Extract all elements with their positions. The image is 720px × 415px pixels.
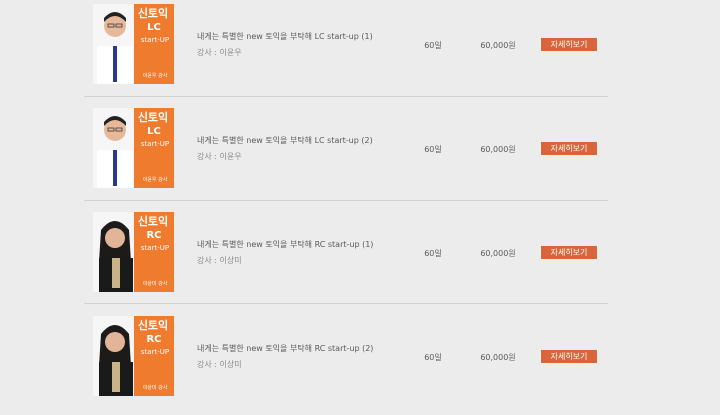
thumbnail-section: RC <box>146 230 162 241</box>
row-divider <box>84 96 608 97</box>
thumbnail-brand: 신토익 <box>137 319 169 332</box>
course-price: 60,000원 <box>480 249 516 258</box>
row-divider <box>84 200 608 201</box>
course-instructor: 강사 : 이상미 <box>197 256 242 265</box>
thumbnail-brand: 신토익 <box>137 111 169 124</box>
course-instructor: 강사 : 이윤우 <box>197 48 242 57</box>
course-duration: 60일 <box>424 41 442 50</box>
course-title[interactable]: 내게는 특별한 new 토익을 부탁해 RC start-up (1) <box>197 239 373 250</box>
view-details-button[interactable]: 자세히보기 <box>541 142 597 155</box>
course-list: 신토익 LC start-UP 이윤우 강사 내게는 특별한 new 토익을 부… <box>0 0 720 404</box>
thumbnail-brand: 신토익 <box>137 7 169 20</box>
course-row: 신토익 RC start-UP 이상미 강사 내게는 특별한 new 토익을 부… <box>0 312 720 415</box>
thumbnail-teacher: 이상미 강사 <box>142 385 168 391</box>
course-price: 60,000원 <box>480 353 516 362</box>
course-row: 신토익 LC start-UP 이윤우 강사 내게는 특별한 new 토익을 부… <box>0 0 720 103</box>
course-title[interactable]: 내게는 특별한 new 토익을 부탁해 RC start-up (2) <box>197 343 373 354</box>
view-details-button[interactable]: 자세히보기 <box>541 350 597 363</box>
thumbnail-section: LC <box>147 126 161 137</box>
course-row: 신토익 LC start-UP 이윤우 강사 내게는 특별한 new 토익을 부… <box>0 104 720 207</box>
course-title[interactable]: 내게는 특별한 new 토익을 부탁해 LC start-up (1) <box>197 31 373 42</box>
course-instructor: 강사 : 이윤우 <box>197 152 242 161</box>
course-thumbnail[interactable]: 신토익 LC start-UP 이윤우 강사 <box>93 4 174 84</box>
thumbnail-section: LC <box>147 22 161 33</box>
thumbnail-level: start-UP <box>140 36 170 44</box>
view-details-button[interactable]: 자세히보기 <box>541 246 597 259</box>
thumbnail-teacher: 이상미 강사 <box>142 281 168 287</box>
thumbnail-level: start-UP <box>140 244 170 252</box>
course-duration: 60일 <box>424 249 442 258</box>
course-thumbnail[interactable]: 신토익 LC start-UP 이윤우 강사 <box>93 108 174 188</box>
course-title[interactable]: 내게는 특별한 new 토익을 부탁해 LC start-up (2) <box>197 135 373 146</box>
course-price: 60,000원 <box>480 41 516 50</box>
thumbnail-teacher: 이윤우 강사 <box>142 73 168 79</box>
row-divider <box>84 303 608 304</box>
thumbnail-level: start-UP <box>140 140 170 148</box>
thumbnail-section: RC <box>146 334 162 345</box>
thumbnail-teacher: 이윤우 강사 <box>142 177 168 183</box>
course-thumbnail[interactable]: 신토익 RC start-UP 이상미 강사 <box>93 212 174 292</box>
course-thumbnail[interactable]: 신토익 RC start-UP 이상미 강사 <box>93 316 174 396</box>
thumbnail-brand: 신토익 <box>137 215 169 228</box>
thumbnail-level: start-UP <box>140 348 170 356</box>
course-row: 신토익 RC start-UP 이상미 강사 내게는 특별한 new 토익을 부… <box>0 208 720 311</box>
view-details-button[interactable]: 자세히보기 <box>541 38 597 51</box>
course-price: 60,000원 <box>480 145 516 154</box>
course-duration: 60일 <box>424 353 442 362</box>
course-instructor: 강사 : 이상미 <box>197 360 242 369</box>
course-duration: 60일 <box>424 145 442 154</box>
